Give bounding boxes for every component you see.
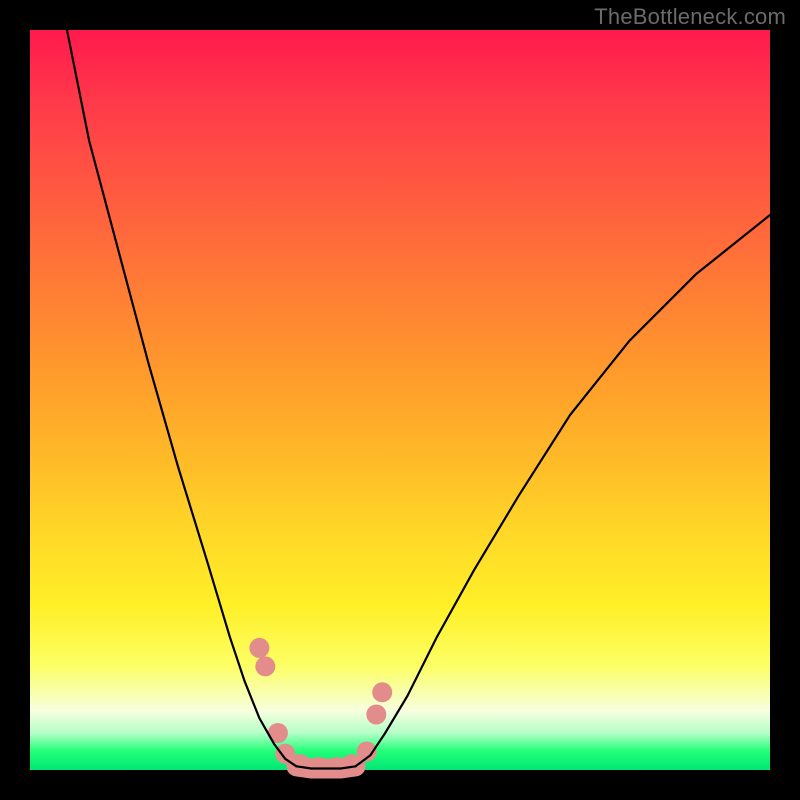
bead-marker-10 — [372, 682, 392, 702]
watermark-text: TheBottleneck.com — [594, 4, 786, 30]
curve-right-curve — [356, 215, 770, 766]
bead-marker-9 — [366, 705, 386, 725]
plot-area — [30, 30, 770, 770]
bead-marker-0 — [249, 638, 269, 658]
chart-svg — [30, 30, 770, 770]
bead-marker-1 — [255, 656, 275, 676]
bead-marker-5 — [309, 757, 329, 777]
chart-frame: TheBottleneck.com — [0, 0, 800, 800]
